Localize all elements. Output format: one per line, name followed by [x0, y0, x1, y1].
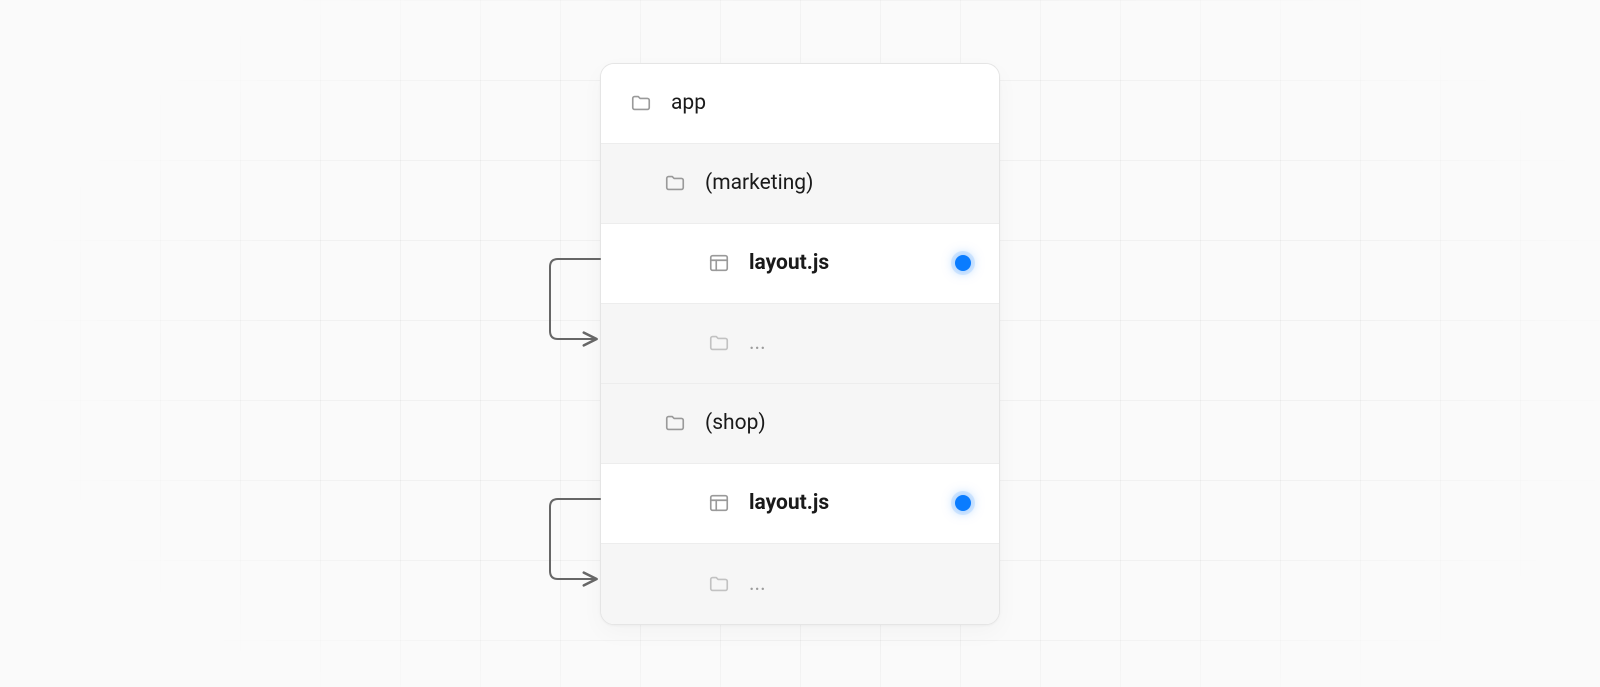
folder-icon [707, 331, 731, 355]
tree-row-label: layout.js [749, 251, 829, 275]
folder-icon [663, 411, 687, 435]
tree-row-label: (shop) [705, 411, 766, 435]
layout-icon [707, 491, 731, 515]
folder-icon [663, 171, 687, 195]
tree-row-children-shop: ... [601, 544, 999, 624]
tree-row-label: ... [749, 572, 766, 596]
active-indicator-dot [955, 495, 971, 511]
folder-icon [707, 572, 731, 596]
tree-row-group-marketing: (marketing) [601, 144, 999, 224]
tree-row-label: app [671, 91, 706, 115]
tree-row-layout-marketing: layout.js [601, 224, 999, 304]
tree-row-group-shop: (shop) [601, 384, 999, 464]
folder-icon [629, 91, 653, 115]
active-indicator-dot [955, 255, 971, 271]
tree-row-layout-shop: layout.js [601, 464, 999, 544]
tree-row-app: app [601, 64, 999, 144]
layout-icon [707, 251, 731, 275]
file-tree-card: app (marketing) layout.js [600, 63, 1000, 625]
tree-row-label: layout.js [749, 491, 829, 515]
tree-row-label: (marketing) [705, 171, 813, 195]
tree-row-label: ... [749, 331, 766, 355]
tree-row-children-marketing: ... [601, 304, 999, 384]
diagram-stage: app (marketing) layout.js [0, 0, 1600, 687]
